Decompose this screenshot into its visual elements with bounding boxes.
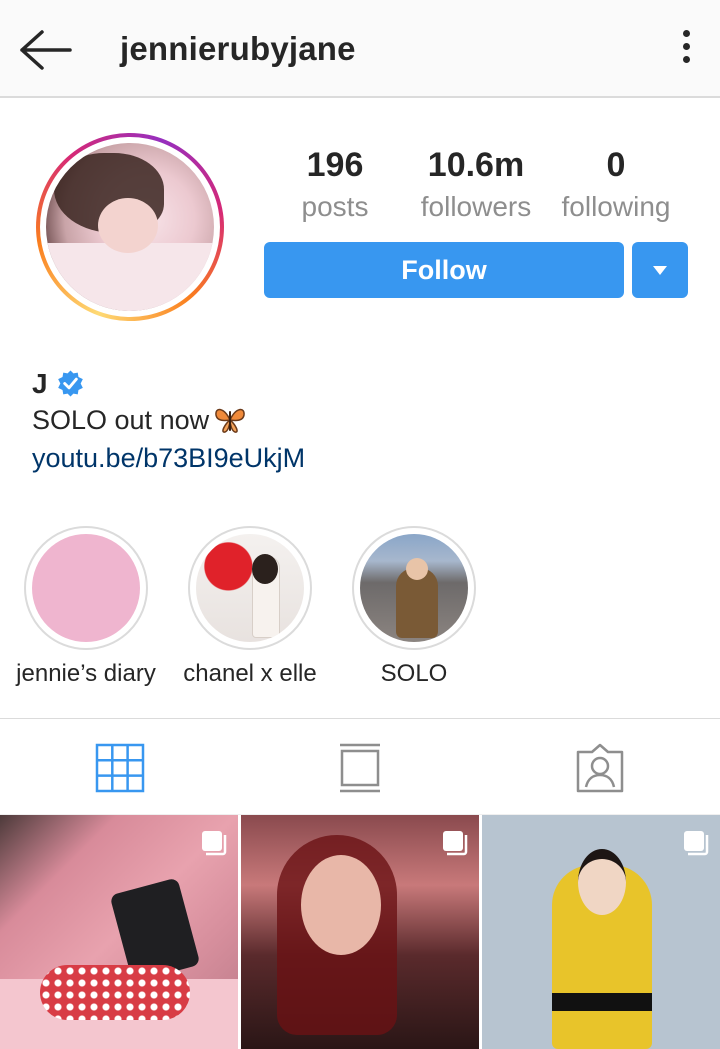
verified-badge-icon	[56, 369, 85, 398]
top-bar: jennierubyjane	[0, 0, 720, 98]
bio-text: SOLO out now	[32, 405, 210, 435]
highlight-cover	[196, 534, 304, 642]
following-count: 0	[606, 146, 626, 184]
avatar-story-ring[interactable]	[36, 133, 224, 321]
tab-grid[interactable]	[94, 742, 146, 794]
highlight-label: SOLO	[380, 660, 448, 687]
posts-count: 196	[306, 146, 364, 184]
grid-icon	[95, 743, 145, 793]
post-thumbnail[interactable]	[241, 815, 479, 1049]
highlight-label: jennie’s diary	[16, 660, 156, 687]
highlight-cover	[360, 534, 468, 642]
username-title: jennierubyjane	[120, 30, 356, 67]
feed-icon	[340, 743, 380, 793]
posts-stat: 196 posts	[290, 146, 380, 223]
tab-tagged[interactable]	[574, 742, 626, 794]
follow-button[interactable]: Follow	[264, 242, 624, 298]
multiple-photos-icon	[202, 831, 227, 856]
followers-label: followers	[420, 191, 532, 222]
bio-link[interactable]: youtu.be/b73BI9eUkjM	[32, 443, 305, 474]
post-thumbnail[interactable]	[0, 815, 238, 1049]
highlight-label: chanel x elle	[183, 660, 317, 687]
multiple-photos-icon	[684, 831, 709, 856]
following-label: following	[561, 191, 671, 222]
butterfly-icon	[214, 405, 246, 435]
back-arrow-icon[interactable]	[18, 28, 74, 72]
post-thumbnail[interactable]	[482, 815, 720, 1049]
posts-label: posts	[301, 191, 369, 222]
profile-name: J	[32, 368, 48, 399]
tagged-icon	[576, 743, 624, 793]
followers-count: 10.6m	[427, 146, 525, 184]
more-options-icon[interactable]	[674, 30, 698, 70]
highlight-chanel-x-elle[interactable]: chanel x elle	[170, 526, 330, 688]
suggested-accounts-dropdown-button[interactable]	[632, 242, 688, 298]
multiple-photos-icon	[443, 831, 468, 856]
highlight-solo[interactable]: SOLO	[334, 526, 494, 688]
avatar	[46, 143, 214, 311]
highlight-cover	[32, 534, 140, 642]
highlight-jennies-diary[interactable]: jennie’s diary	[6, 526, 166, 688]
section-divider	[0, 718, 720, 719]
following-stat[interactable]: 0 following	[556, 146, 676, 223]
followers-stat[interactable]: 10.6m followers	[414, 146, 538, 223]
tab-feed[interactable]	[334, 742, 386, 794]
chevron-down-icon	[653, 266, 667, 275]
